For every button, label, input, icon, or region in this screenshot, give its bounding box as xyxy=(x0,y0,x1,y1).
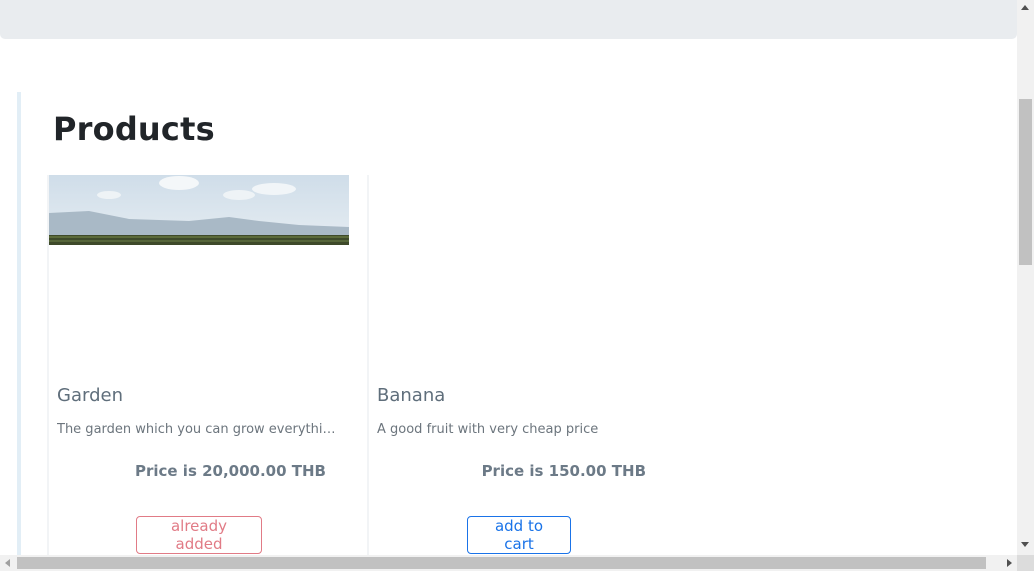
scrollbar-corner xyxy=(1017,555,1034,571)
product-price: Price is 20,000.00 THB xyxy=(134,462,326,480)
scroll-left-arrow-icon[interactable] xyxy=(5,559,10,567)
product-description: The garden which you can grow everything… xyxy=(57,422,342,437)
horizontal-scrollbar[interactable] xyxy=(0,555,1017,571)
products-section: Products Garden The garden which you can… xyxy=(17,92,1017,555)
already-added-button[interactable]: already added xyxy=(136,516,262,554)
top-banner xyxy=(0,0,1017,39)
scroll-up-arrow-icon[interactable] xyxy=(1021,5,1029,10)
page-viewport: Products Garden The garden which you can… xyxy=(0,0,1017,555)
product-title: Garden xyxy=(57,385,123,406)
product-title: Banana xyxy=(377,385,446,406)
add-to-cart-button[interactable]: add to cart xyxy=(467,516,571,554)
vertical-scroll-thumb[interactable] xyxy=(1019,99,1032,265)
product-price: Price is 150.00 THB xyxy=(481,462,646,480)
page-title: Products xyxy=(53,110,215,148)
horizontal-scroll-thumb[interactable] xyxy=(17,557,986,569)
product-image-garden xyxy=(49,175,349,245)
scroll-down-arrow-icon[interactable] xyxy=(1021,542,1029,547)
product-card-banana: Banana A good fruit with very cheap pric… xyxy=(367,175,667,555)
product-description: A good fruit with very cheap price xyxy=(377,422,599,437)
product-card-garden: Garden The garden which you can grow eve… xyxy=(47,175,349,555)
vertical-scrollbar[interactable] xyxy=(1017,0,1034,555)
scroll-right-arrow-icon[interactable] xyxy=(1007,559,1012,567)
